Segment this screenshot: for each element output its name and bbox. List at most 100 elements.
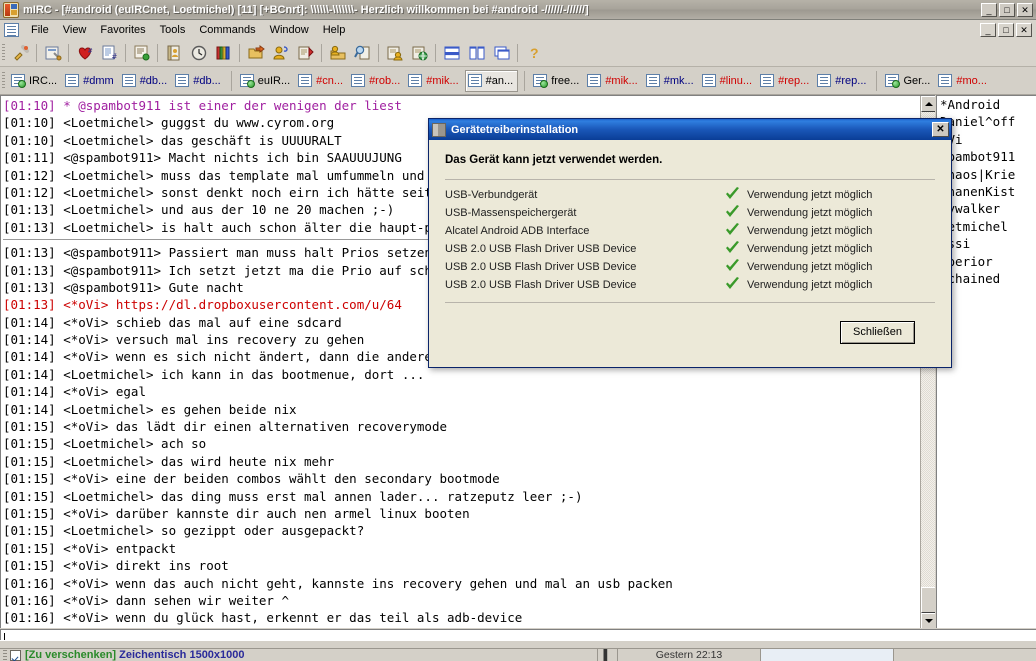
favorites-icon[interactable]: #	[73, 42, 96, 64]
connect-icon[interactable]	[9, 42, 32, 64]
scripts-editor-icon[interactable]	[212, 42, 235, 64]
chat-line: [01:14] <Loetmichel> es gehen beide nix	[3, 401, 297, 417]
chat-line: [01:14] <*oVi> egal	[3, 384, 146, 400]
chat-line: [01:15] <*oVi> das lädt dir einen altern…	[3, 419, 448, 435]
switchbar-tab-rep-1[interactable]: #rep...	[758, 70, 813, 92]
switchbar-tab-db-2[interactable]: #db...	[173, 70, 225, 92]
notify-list-icon[interactable]	[383, 42, 406, 64]
cascade-icon[interactable]	[490, 42, 513, 64]
channel-central-icon[interactable]	[130, 42, 153, 64]
channel-window-icon	[817, 74, 832, 87]
nick-item[interactable]: oetmichel	[940, 218, 1036, 235]
channels-list-icon[interactable]: #	[98, 42, 121, 64]
server-window-icon	[533, 74, 549, 88]
scrollbar-thumb[interactable]	[921, 587, 935, 613]
switchbar-tab-label: #rep...	[835, 74, 867, 87]
switchbar-tab-cn[interactable]: #cn...	[296, 70, 347, 92]
taskbar-grip[interactable]	[3, 649, 7, 661]
switchbar-tab-mo[interactable]: #mo...	[936, 70, 991, 92]
scroll-up-button[interactable]	[921, 96, 935, 112]
dialog-close-button[interactable]: ✕	[932, 122, 949, 137]
switchbar-tab-linux[interactable]: #linu...	[700, 70, 756, 92]
table-row: USB 2.0 USB Flash Driver USB Device Verw…	[445, 240, 935, 258]
help-icon[interactable]: ?	[522, 42, 545, 64]
check-icon	[726, 187, 739, 199]
close-button[interactable]: ✕	[1017, 2, 1033, 17]
menu-help[interactable]: Help	[316, 22, 353, 38]
nick-item[interactable]: nchained	[940, 270, 1036, 287]
menu-favorites[interactable]: Favorites	[93, 22, 152, 38]
send-file-icon[interactable]	[244, 42, 267, 64]
switchbar-tab-freenode-status[interactable]: free...	[531, 70, 583, 92]
switchbar-tab-rep-2[interactable]: #rep...	[815, 70, 870, 92]
minimize-button[interactable]: _	[981, 2, 997, 17]
table-row: USB-Verbundgerät Verwendung jetzt möglic…	[445, 186, 935, 204]
taskbar-cell-empty-2	[893, 649, 1036, 661]
file-server-icon[interactable]	[326, 42, 349, 64]
menu-view[interactable]: View	[56, 22, 94, 38]
switchbar-grip[interactable]	[2, 71, 5, 90]
svg-text:#: #	[112, 52, 117, 61]
options-icon[interactable]	[41, 42, 64, 64]
channel-window-icon	[645, 74, 660, 87]
menu-commands[interactable]: Commands	[192, 22, 262, 38]
nick-item[interactable]: Daniel^off	[940, 113, 1036, 130]
switchbar-tab-mik-2[interactable]: #mik...	[585, 70, 641, 92]
nick-item[interactable]: ossi	[940, 235, 1036, 252]
switchbar-tab-db-1[interactable]: #db...	[120, 70, 172, 92]
mirc-icon	[3, 1, 19, 18]
nick-item[interactable]: spambot911	[940, 148, 1036, 165]
search-icon[interactable]	[351, 42, 374, 64]
world-icon[interactable]	[408, 42, 431, 64]
close-dialog-button[interactable]: Schließen	[840, 321, 915, 344]
device-driver-icon	[432, 122, 446, 137]
check-icon	[726, 277, 739, 289]
timers-icon[interactable]	[187, 42, 210, 64]
chat-icon[interactable]	[269, 42, 292, 64]
nick-item[interactable]: ananenKist	[940, 183, 1036, 200]
toolbar-separator	[435, 44, 436, 62]
taskbar-item-checkbox[interactable]	[10, 649, 21, 661]
switchbar-tab-ger-status[interactable]: Ger...	[883, 70, 934, 92]
mdi-minimize-button[interactable]: _	[980, 23, 996, 37]
menu-tools[interactable]: Tools	[153, 22, 193, 38]
switchbar-tab-mik-1[interactable]: #mik...	[406, 70, 462, 92]
taskbar-item-title[interactable]: [Zu verschenken] Zeichentisch 1500x1000	[25, 649, 245, 661]
chat-line: [01:15] <Loetmichel> das ding muss erst …	[3, 488, 583, 504]
mdi-close-button[interactable]: ✕	[1016, 23, 1032, 37]
switchbar: IRC... #dmm #db... #db... euIR... #cn...…	[0, 67, 1036, 95]
nick-item[interactable]: Chaos|Krie	[940, 166, 1036, 183]
menu-file[interactable]: File	[24, 22, 56, 38]
mdi-restore-button[interactable]: □	[998, 23, 1014, 37]
channel-window-icon	[65, 74, 80, 87]
switchbar-tab-android-active[interactable]: #an...	[464, 69, 519, 92]
dialog-body: Das Gerät kann jetzt verwendet werden. U…	[429, 140, 951, 344]
switchbar-tab-label: #mik...	[426, 74, 459, 87]
mdi-system-menu-icon[interactable]	[4, 23, 19, 37]
address-book-icon[interactable]	[162, 42, 185, 64]
switchbar-tab-mk[interactable]: #mk...	[644, 70, 698, 92]
toolbar-separator	[125, 44, 126, 62]
check-icon	[726, 205, 739, 217]
tile-vertical-icon[interactable]	[465, 42, 488, 64]
chat-line: [01:15] <Loetmichel> ach so	[3, 436, 207, 452]
channel-window-icon	[467, 74, 482, 87]
tile-horizontal-icon[interactable]	[440, 42, 463, 64]
switchbar-tab-rob[interactable]: #rob...	[349, 70, 404, 92]
mdi-window-controls: _ □ ✕	[980, 23, 1032, 37]
driver-status-text: Verwendung jetzt möglich	[747, 261, 873, 273]
nick-item[interactable]: *Android	[940, 96, 1036, 113]
nick-item[interactable]: oVi	[940, 131, 1036, 148]
menu-window[interactable]: Window	[263, 22, 316, 38]
switchbar-tab-euirc-status[interactable]: euIR...	[238, 70, 294, 92]
scroll-down-button[interactable]	[921, 613, 935, 628]
maximize-button[interactable]: □	[999, 2, 1015, 17]
nick-item[interactable]: aywalker	[940, 200, 1036, 217]
switchbar-separator	[230, 70, 232, 91]
switchbar-tab-dmm[interactable]: #dmm	[63, 70, 118, 92]
toolbar-grip[interactable]	[2, 44, 5, 62]
get-file-icon[interactable]	[294, 42, 317, 64]
nick-item[interactable]: uperior	[940, 253, 1036, 270]
switchbar-tab-irc-status[interactable]: IRC...	[9, 70, 61, 92]
chat-line: [01:17] <Loetmichel> das tut er jetzt sc…	[3, 627, 935, 629]
